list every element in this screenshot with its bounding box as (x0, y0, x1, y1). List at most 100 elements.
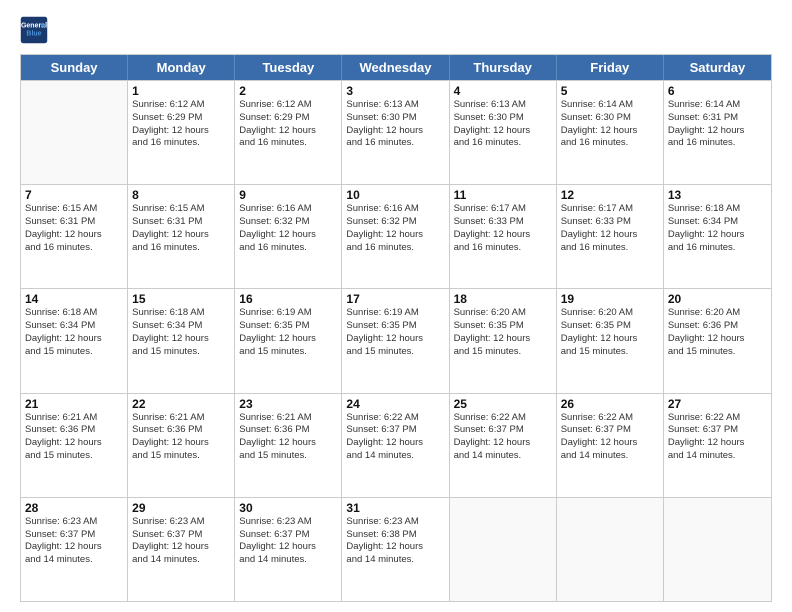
header: General Blue (20, 16, 772, 44)
weekday-header-saturday: Saturday (664, 55, 771, 80)
calendar-row-1: 1 Sunrise: 6:12 AMSunset: 6:29 PMDaylight… (21, 80, 771, 184)
day-info: Sunrise: 6:20 AMSunset: 6:36 PMDaylight:… (668, 307, 767, 358)
day-number: 27 (668, 397, 767, 411)
day-info: Sunrise: 6:19 AMSunset: 6:35 PMDaylight:… (346, 307, 444, 358)
day-info: Sunrise: 6:18 AMSunset: 6:34 PMDaylight:… (668, 203, 767, 254)
day-info: Sunrise: 6:12 AMSunset: 6:29 PMDaylight:… (239, 99, 337, 150)
page: General Blue SundayMondayTuesdayWednesda… (0, 0, 792, 612)
day-number: 19 (561, 292, 659, 306)
day-number: 2 (239, 84, 337, 98)
weekday-header-thursday: Thursday (450, 55, 557, 80)
day-info: Sunrise: 6:19 AMSunset: 6:35 PMDaylight:… (239, 307, 337, 358)
day-cell-21: 21Sunrise: 6:21 AMSunset: 6:36 PMDayligh… (21, 394, 128, 497)
day-cell-12: 12Sunrise: 6:17 AMSunset: 6:33 PMDayligh… (557, 185, 664, 288)
day-number: 8 (132, 188, 230, 202)
day-info: Sunrise: 6:22 AMSunset: 6:37 PMDaylight:… (346, 412, 444, 463)
day-cell-5: 5Sunrise: 6:14 AMSunset: 6:30 PMDaylight… (557, 81, 664, 184)
day-cell-15: 15Sunrise: 6:18 AMSunset: 6:34 PMDayligh… (128, 289, 235, 392)
day-number: 21 (25, 397, 123, 411)
day-cell-4: 4Sunrise: 6:13 AMSunset: 6:30 PMDaylight… (450, 81, 557, 184)
day-number: 4 (454, 84, 552, 98)
day-info: Sunrise: 6:14 AMSunset: 6:30 PMDaylight:… (561, 99, 659, 150)
day-number: 7 (25, 188, 123, 202)
logo-icon: General Blue (20, 16, 48, 44)
empty-cell (664, 498, 771, 601)
day-info: Sunrise: 6:18 AMSunset: 6:34 PMDaylight:… (25, 307, 123, 358)
day-number: 29 (132, 501, 230, 515)
empty-cell (450, 498, 557, 601)
calendar-row-4: 21Sunrise: 6:21 AMSunset: 6:36 PMDayligh… (21, 393, 771, 497)
day-info: Sunrise: 6:18 AMSunset: 6:34 PMDaylight:… (132, 307, 230, 358)
day-info: Sunrise: 6:16 AMSunset: 6:32 PMDaylight:… (346, 203, 444, 254)
day-info: Sunrise: 6:22 AMSunset: 6:37 PMDaylight:… (454, 412, 552, 463)
calendar-body: 1 Sunrise: 6:12 AMSunset: 6:29 PMDaylight… (21, 80, 771, 601)
day-cell-11: 11Sunrise: 6:17 AMSunset: 6:33 PMDayligh… (450, 185, 557, 288)
day-cell-22: 22Sunrise: 6:21 AMSunset: 6:36 PMDayligh… (128, 394, 235, 497)
day-cell-9: 9Sunrise: 6:16 AMSunset: 6:32 PMDaylight… (235, 185, 342, 288)
day-info: Sunrise: 6:20 AMSunset: 6:35 PMDaylight:… (561, 307, 659, 358)
day-number: 6 (668, 84, 767, 98)
day-cell-23: 23Sunrise: 6:21 AMSunset: 6:36 PMDayligh… (235, 394, 342, 497)
day-number: 28 (25, 501, 123, 515)
day-cell-2: 2Sunrise: 6:12 AMSunset: 6:29 PMDaylight… (235, 81, 342, 184)
day-info: Sunrise: 6:20 AMSunset: 6:35 PMDaylight:… (454, 307, 552, 358)
day-number: 9 (239, 188, 337, 202)
day-info: Sunrise: 6:21 AMSunset: 6:36 PMDaylight:… (239, 412, 337, 463)
day-info: Sunrise: 6:21 AMSunset: 6:36 PMDaylight:… (132, 412, 230, 463)
day-number: 10 (346, 188, 444, 202)
day-cell-1: 1Sunrise: 6:12 AMSunset: 6:29 PMDaylight… (128, 81, 235, 184)
day-number: 26 (561, 397, 659, 411)
day-number: 20 (668, 292, 767, 306)
day-info: Sunrise: 6:23 AMSunset: 6:38 PMDaylight:… (346, 516, 444, 567)
day-cell-26: 26Sunrise: 6:22 AMSunset: 6:37 PMDayligh… (557, 394, 664, 497)
day-info: Sunrise: 6:13 AMSunset: 6:30 PMDaylight:… (346, 99, 444, 150)
day-cell-27: 27Sunrise: 6:22 AMSunset: 6:37 PMDayligh… (664, 394, 771, 497)
day-number: 5 (561, 84, 659, 98)
weekday-header-wednesday: Wednesday (342, 55, 449, 80)
day-cell-20: 20Sunrise: 6:20 AMSunset: 6:36 PMDayligh… (664, 289, 771, 392)
day-number: 11 (454, 188, 552, 202)
day-number: 16 (239, 292, 337, 306)
day-number: 25 (454, 397, 552, 411)
day-number: 23 (239, 397, 337, 411)
day-info: Sunrise: 6:15 AMSunset: 6:31 PMDaylight:… (132, 203, 230, 254)
empty-cell (21, 81, 128, 184)
day-number: 1 (132, 84, 230, 98)
day-info: Sunrise: 6:16 AMSunset: 6:32 PMDaylight:… (239, 203, 337, 254)
day-number: 13 (668, 188, 767, 202)
day-cell-19: 19Sunrise: 6:20 AMSunset: 6:35 PMDayligh… (557, 289, 664, 392)
calendar-header: SundayMondayTuesdayWednesdayThursdayFrid… (21, 55, 771, 80)
weekday-header-sunday: Sunday (21, 55, 128, 80)
day-cell-31: 31Sunrise: 6:23 AMSunset: 6:38 PMDayligh… (342, 498, 449, 601)
day-info: Sunrise: 6:17 AMSunset: 6:33 PMDaylight:… (454, 203, 552, 254)
weekday-header-friday: Friday (557, 55, 664, 80)
day-cell-3: 3Sunrise: 6:13 AMSunset: 6:30 PMDaylight… (342, 81, 449, 184)
day-cell-6: 6Sunrise: 6:14 AMSunset: 6:31 PMDaylight… (664, 81, 771, 184)
day-number: 22 (132, 397, 230, 411)
day-cell-30: 30Sunrise: 6:23 AMSunset: 6:37 PMDayligh… (235, 498, 342, 601)
day-cell-17: 17Sunrise: 6:19 AMSunset: 6:35 PMDayligh… (342, 289, 449, 392)
day-number: 12 (561, 188, 659, 202)
day-info: Sunrise: 6:22 AMSunset: 6:37 PMDaylight:… (668, 412, 767, 463)
day-number: 30 (239, 501, 337, 515)
day-info: Sunrise: 6:23 AMSunset: 6:37 PMDaylight:… (132, 516, 230, 567)
day-info: Sunrise: 6:21 AMSunset: 6:36 PMDaylight:… (25, 412, 123, 463)
calendar-row-3: 14Sunrise: 6:18 AMSunset: 6:34 PMDayligh… (21, 288, 771, 392)
day-info: Sunrise: 6:13 AMSunset: 6:30 PMDaylight:… (454, 99, 552, 150)
weekday-header-tuesday: Tuesday (235, 55, 342, 80)
day-info: Sunrise: 6:22 AMSunset: 6:37 PMDaylight:… (561, 412, 659, 463)
svg-text:Blue: Blue (26, 30, 41, 37)
day-cell-7: 7Sunrise: 6:15 AMSunset: 6:31 PMDaylight… (21, 185, 128, 288)
day-cell-8: 8Sunrise: 6:15 AMSunset: 6:31 PMDaylight… (128, 185, 235, 288)
day-cell-10: 10Sunrise: 6:16 AMSunset: 6:32 PMDayligh… (342, 185, 449, 288)
day-number: 17 (346, 292, 444, 306)
day-cell-24: 24Sunrise: 6:22 AMSunset: 6:37 PMDayligh… (342, 394, 449, 497)
day-info: Sunrise: 6:23 AMSunset: 6:37 PMDaylight:… (25, 516, 123, 567)
day-cell-14: 14Sunrise: 6:18 AMSunset: 6:34 PMDayligh… (21, 289, 128, 392)
logo: General Blue (20, 16, 48, 44)
day-cell-28: 28Sunrise: 6:23 AMSunset: 6:37 PMDayligh… (21, 498, 128, 601)
weekday-header-monday: Monday (128, 55, 235, 80)
day-number: 14 (25, 292, 123, 306)
calendar-row-5: 28Sunrise: 6:23 AMSunset: 6:37 PMDayligh… (21, 497, 771, 601)
day-cell-18: 18Sunrise: 6:20 AMSunset: 6:35 PMDayligh… (450, 289, 557, 392)
